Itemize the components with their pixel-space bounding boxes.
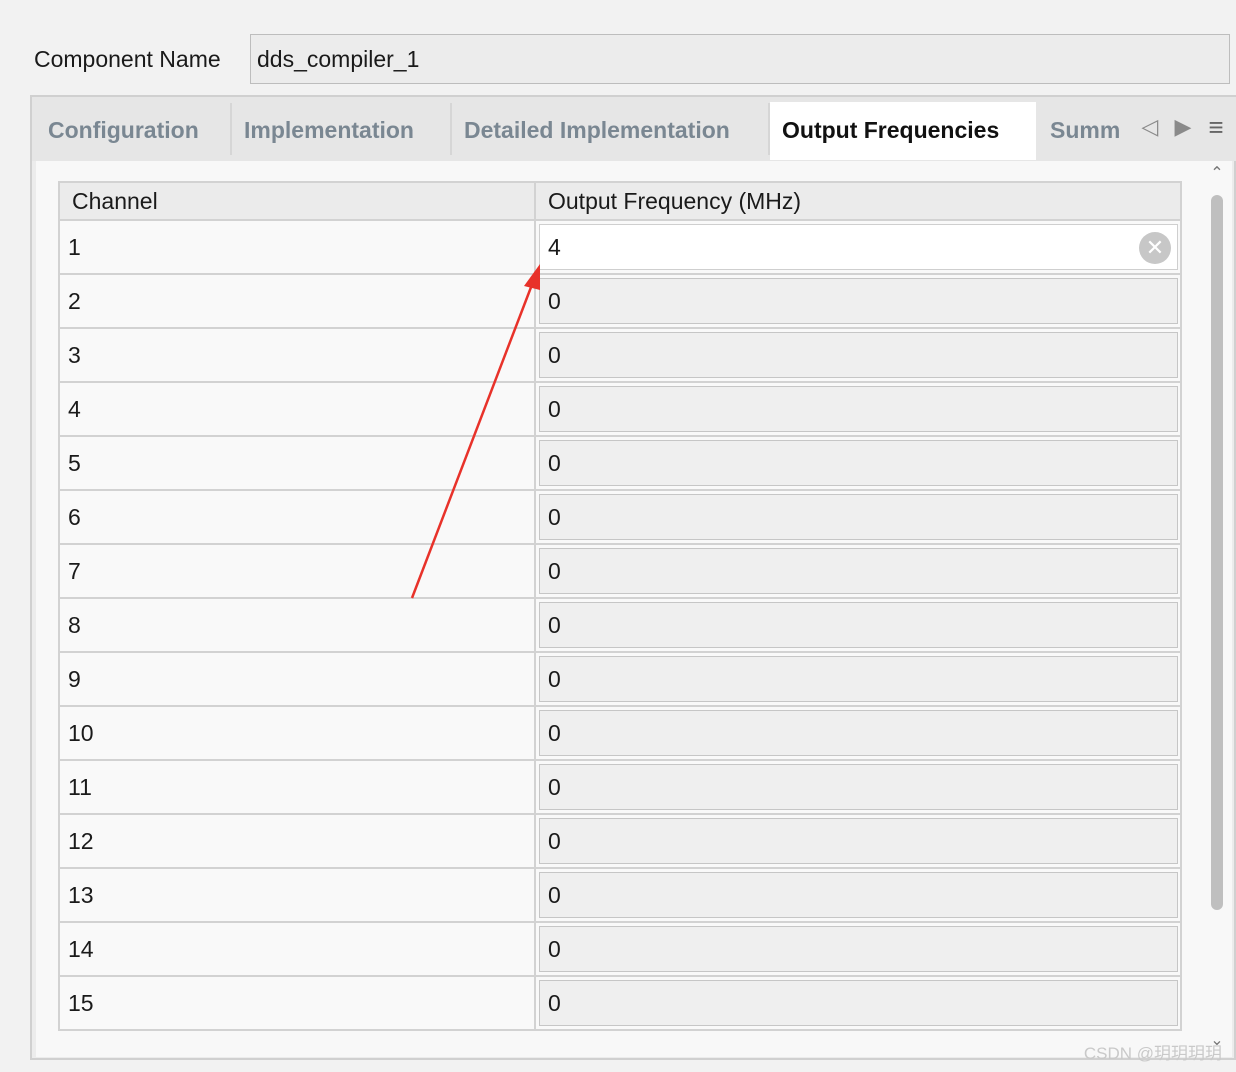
table-row: 10 0 xyxy=(58,705,1182,761)
tab-scroll-left-icon[interactable]: ◁ xyxy=(1138,105,1162,149)
channel-cell: 4 xyxy=(58,381,536,437)
channel-cell: 13 xyxy=(58,867,536,923)
table-row: 80 xyxy=(58,597,1182,653)
channel-cell: 9 xyxy=(58,651,536,707)
frequency-input[interactable]: 0 xyxy=(539,980,1178,1026)
frequency-input[interactable]: 0 xyxy=(539,764,1178,810)
tab-separator xyxy=(230,103,232,155)
watermark-text: CSDN @玥玥玥玥 xyxy=(1083,1044,1222,1063)
tab-configuration[interactable]: Configuration xyxy=(48,105,199,157)
frequency-input[interactable]: 0 xyxy=(539,386,1178,432)
frequency-input[interactable]: 0 xyxy=(539,278,1178,324)
component-name-label: Component Name xyxy=(34,46,221,72)
table-row: 50 xyxy=(58,435,1182,491)
component-name-input[interactable]: dds_compiler_1 xyxy=(250,34,1230,84)
table-header-row: Channel Output Frequency (MHz) xyxy=(58,181,1182,221)
tab-detailed-implementation[interactable]: Detailed Implementation xyxy=(464,105,730,157)
frequency-input[interactable]: 0 xyxy=(539,818,1178,864)
frequency-input[interactable]: 0 xyxy=(539,548,1178,594)
scrollbar-thumb[interactable] xyxy=(1211,195,1223,910)
channel-cell: 2 xyxy=(58,273,536,329)
tab-output-frequencies[interactable]: Output Frequencies xyxy=(770,102,1036,160)
tab-bar: Configuration Implementation Detailed Im… xyxy=(32,97,1236,161)
scroll-up-icon[interactable]: ⌃ xyxy=(1208,165,1226,183)
table-row: 70 xyxy=(58,543,1182,599)
channel-cell: 11 xyxy=(58,759,536,815)
table-row: 90 xyxy=(58,651,1182,707)
frequency-input[interactable]: 0 xyxy=(539,332,1178,378)
frequency-input[interactable]: 0 xyxy=(539,440,1178,486)
channel-cell: 6 xyxy=(58,489,536,545)
channel-cell: 7 xyxy=(58,543,536,599)
table-row: 14 0 xyxy=(58,921,1182,977)
channel-cell: 10 xyxy=(58,705,536,761)
tab-menu-icon[interactable]: ≡ xyxy=(1204,105,1228,149)
table-row: 60 xyxy=(58,489,1182,545)
tab-separator xyxy=(450,103,452,155)
channel-cell: 5 xyxy=(58,435,536,491)
frequency-input[interactable]: 0 xyxy=(539,926,1178,972)
frequency-input[interactable]: 4 ✕ xyxy=(539,224,1178,270)
table-row: 30 xyxy=(58,327,1182,383)
table-row: 12 0 xyxy=(58,813,1182,869)
clear-field-icon[interactable]: ✕ xyxy=(1139,232,1171,264)
frequency-value: 4 xyxy=(548,234,561,260)
table-row: 13 0 xyxy=(58,867,1182,923)
column-header-output-frequency: Output Frequency (MHz) xyxy=(534,181,1182,221)
frequency-input[interactable]: 0 xyxy=(539,602,1178,648)
table-row: 11 0 xyxy=(58,759,1182,815)
channel-cell: 3 xyxy=(58,327,536,383)
frequency-input[interactable]: 0 xyxy=(539,494,1178,540)
table-row: 1 4 ✕ xyxy=(58,219,1182,275)
tab-summary[interactable]: Summ xyxy=(1050,105,1120,157)
channel-cell: 15 xyxy=(58,975,536,1031)
channel-cell: 1 xyxy=(58,219,536,275)
frequency-input[interactable]: 0 xyxy=(539,710,1178,756)
vertical-scrollbar[interactable]: ⌃ ⌄ xyxy=(1208,165,1226,1050)
frequency-table: Channel Output Frequency (MHz) 1 4 ✕ 20 30… xyxy=(58,181,1182,1031)
frequency-input[interactable]: 0 xyxy=(539,656,1178,702)
output-frequencies-content: Channel Output Frequency (MHz) 1 4 ✕ 20 30… xyxy=(36,161,1232,1057)
table-row: 20 xyxy=(58,273,1182,329)
frequency-input[interactable]: 0 xyxy=(539,872,1178,918)
tab-implementation[interactable]: Implementation xyxy=(244,105,414,157)
channel-cell: 8 xyxy=(58,597,536,653)
table-row: 40 xyxy=(58,381,1182,437)
column-header-channel: Channel xyxy=(58,181,536,221)
tab-scroll-right-icon[interactable]: ▶ xyxy=(1171,105,1195,149)
table-row: 15 0 xyxy=(58,975,1182,1031)
channel-cell: 14 xyxy=(58,921,536,977)
channel-cell: 12 xyxy=(58,813,536,869)
ip-config-panel: Configuration Implementation Detailed Im… xyxy=(30,95,1236,1060)
